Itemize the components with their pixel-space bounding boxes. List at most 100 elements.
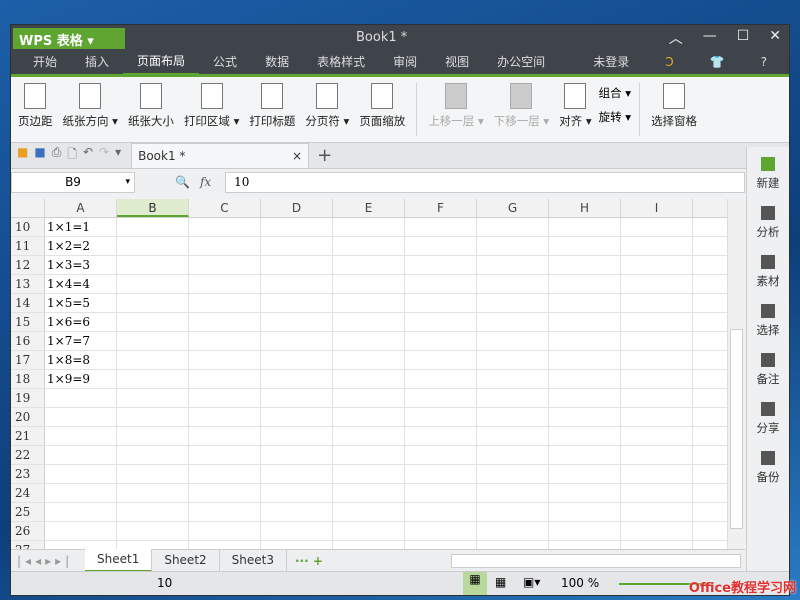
cell[interactable]	[189, 332, 261, 350]
row-header[interactable]: 25	[11, 503, 45, 521]
cell[interactable]	[117, 237, 189, 255]
fx-icon[interactable]: fx	[200, 175, 211, 189]
sidebar-item[interactable]: 选择	[747, 304, 789, 343]
cell[interactable]	[333, 427, 405, 445]
cell[interactable]	[261, 503, 333, 521]
cell[interactable]	[333, 332, 405, 350]
column-header[interactable]: A	[45, 199, 117, 217]
cell[interactable]	[261, 275, 333, 293]
select-all-corner[interactable]	[11, 199, 45, 217]
column-header[interactable]: H	[549, 199, 621, 217]
cell[interactable]	[621, 389, 693, 407]
ribbon-button[interactable]: 打印标题	[246, 83, 298, 136]
menu-tab[interactable]: 审阅	[379, 51, 431, 74]
cell[interactable]	[405, 294, 477, 312]
row-header[interactable]: 19	[11, 389, 45, 407]
cell[interactable]	[189, 351, 261, 369]
cell[interactable]	[261, 427, 333, 445]
cell[interactable]	[333, 503, 405, 521]
cell[interactable]	[549, 446, 621, 464]
cell[interactable]	[549, 503, 621, 521]
cell[interactable]	[261, 294, 333, 312]
sidebar-item[interactable]: 分析	[747, 206, 789, 245]
cell[interactable]	[117, 218, 189, 236]
cell-a[interactable]: 1×5=5	[45, 294, 117, 312]
cell-a[interactable]	[45, 522, 117, 540]
cell[interactable]	[261, 446, 333, 464]
column-header[interactable]: E	[333, 199, 405, 217]
cell[interactable]	[477, 522, 549, 540]
cell[interactable]	[189, 522, 261, 540]
cell[interactable]	[549, 522, 621, 540]
zoom-search-icon[interactable]: 🔍	[175, 175, 190, 189]
menu-tab[interactable]: 插入	[71, 51, 123, 74]
group-button[interactable]: 组合 ▾	[599, 85, 631, 101]
ribbon-button[interactable]: 纸张大小	[125, 83, 177, 136]
cell[interactable]	[405, 218, 477, 236]
cell[interactable]	[549, 332, 621, 350]
row-header[interactable]: 17	[11, 351, 45, 369]
cell[interactable]	[405, 256, 477, 274]
cell[interactable]	[117, 522, 189, 540]
cell[interactable]	[621, 256, 693, 274]
cell[interactable]	[189, 294, 261, 312]
cell-a[interactable]	[45, 541, 117, 549]
cell[interactable]	[261, 484, 333, 502]
cell-a[interactable]	[45, 389, 117, 407]
row-header[interactable]: 27	[11, 541, 45, 549]
select-pane-button[interactable]: 选择窗格	[648, 83, 700, 136]
close-button[interactable]: ✕	[769, 28, 781, 48]
cell[interactable]	[405, 275, 477, 293]
doc-tab-book1[interactable]: Book1 * ×	[131, 143, 310, 168]
cell[interactable]	[261, 332, 333, 350]
vertical-scrollbar[interactable]	[727, 199, 745, 549]
open-icon[interactable]: ■	[17, 145, 28, 166]
cell[interactable]	[621, 465, 693, 483]
cell[interactable]	[189, 313, 261, 331]
save-icon[interactable]: ■	[34, 145, 45, 166]
cell[interactable]	[333, 313, 405, 331]
cell[interactable]	[189, 389, 261, 407]
row-header[interactable]: 22	[11, 446, 45, 464]
menu-tab[interactable]: 视图	[431, 51, 483, 74]
cell[interactable]	[117, 256, 189, 274]
cell[interactable]	[189, 427, 261, 445]
ribbon-button[interactable]: 页边距	[15, 83, 56, 136]
cell[interactable]	[333, 370, 405, 388]
cell[interactable]	[189, 370, 261, 388]
sidebar-item[interactable]: 备份	[747, 451, 789, 490]
cell[interactable]	[117, 503, 189, 521]
cell[interactable]	[549, 351, 621, 369]
cell[interactable]	[333, 465, 405, 483]
row-header[interactable]: 26	[11, 522, 45, 540]
cell[interactable]	[477, 332, 549, 350]
shirt-icon[interactable]: 👕	[696, 51, 739, 74]
cell[interactable]	[477, 389, 549, 407]
cell[interactable]	[621, 294, 693, 312]
cell[interactable]	[261, 370, 333, 388]
cell-a[interactable]	[45, 408, 117, 426]
cell-a[interactable]: 1×9=9	[45, 370, 117, 388]
cell[interactable]	[477, 351, 549, 369]
rotate-button[interactable]: 旋转 ▾	[599, 109, 631, 125]
undo-icon[interactable]: ↶	[83, 145, 93, 166]
cell[interactable]	[549, 541, 621, 549]
cell-a[interactable]: 1×4=4	[45, 275, 117, 293]
name-box[interactable]: B9 ▾	[11, 171, 135, 193]
cell[interactable]	[621, 541, 693, 549]
cell-a[interactable]: 1×3=3	[45, 256, 117, 274]
login-link[interactable]: 未登录	[579, 51, 643, 74]
cell[interactable]	[333, 522, 405, 540]
row-header[interactable]: 20	[11, 408, 45, 426]
ribbon-button[interactable]: 对齐 ▾	[556, 83, 594, 136]
sheet-tab[interactable]: Sheet1	[85, 549, 153, 572]
cell[interactable]	[261, 522, 333, 540]
cell[interactable]	[261, 237, 333, 255]
cell[interactable]	[261, 408, 333, 426]
cell[interactable]	[261, 389, 333, 407]
cell[interactable]	[621, 522, 693, 540]
cell[interactable]	[405, 313, 477, 331]
cell[interactable]	[477, 370, 549, 388]
cell[interactable]	[333, 446, 405, 464]
skin-icon[interactable]: Ↄ	[651, 51, 687, 74]
